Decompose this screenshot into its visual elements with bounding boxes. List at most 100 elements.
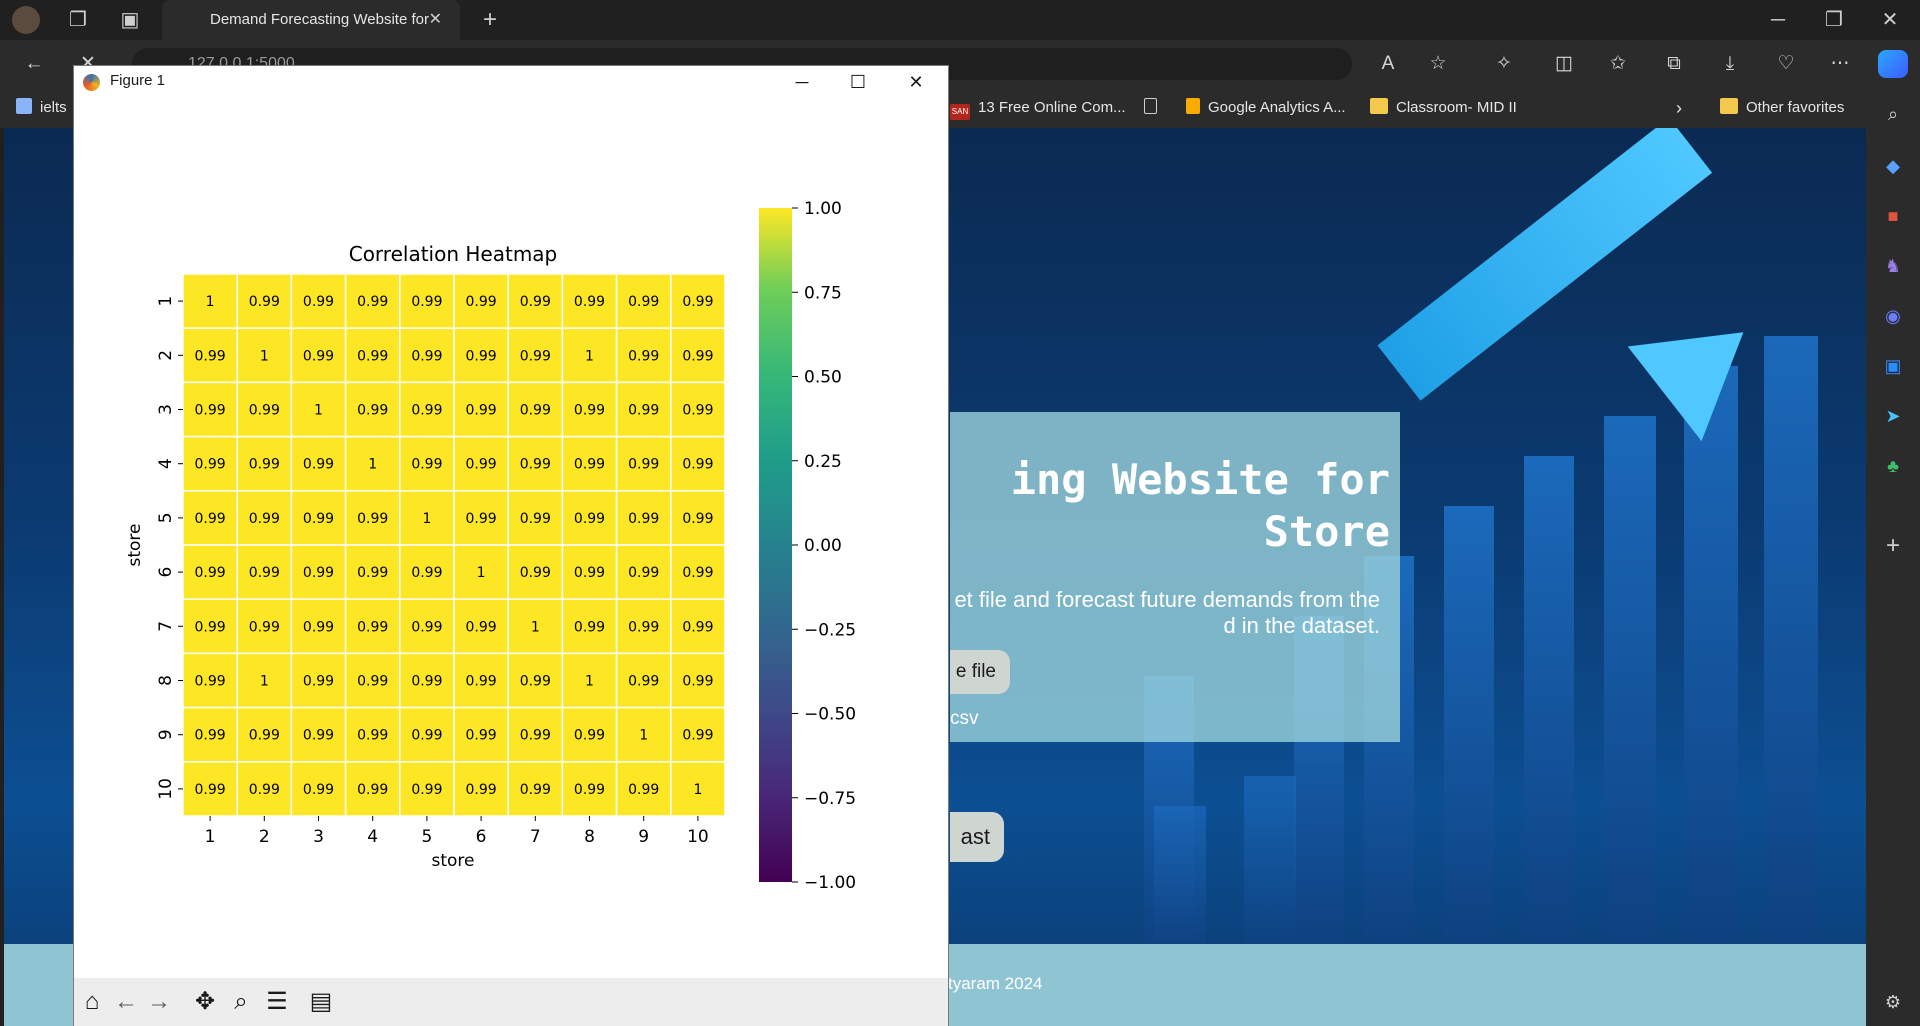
heatmap-cell-label: 0.99 <box>303 674 334 690</box>
zoom-icon[interactable]: ⌕ <box>224 986 258 1018</box>
favorite-item[interactable] <box>1144 88 1165 128</box>
heatmap-cell-label: 1 <box>693 782 702 798</box>
heatmap-cell-label: 0.99 <box>682 403 713 419</box>
colorbar-tick-label: −0.25 <box>804 620 856 640</box>
x-tick-label: 6 <box>476 827 487 847</box>
footer-text: tyaram 2024 <box>948 974 1043 993</box>
sidebar-tree-icon[interactable]: ♣ <box>1875 450 1911 482</box>
sidebar-copilot-icon[interactable]: ◉ <box>1875 300 1911 332</box>
heatmap-cell-label: 0.99 <box>249 294 280 310</box>
x-axis-label: store <box>432 851 475 871</box>
favorites-overflow-icon[interactable]: › <box>1676 88 1682 128</box>
sidebar-send-icon[interactable]: ➤ <box>1875 400 1911 432</box>
heatmap-cell-label: 0.99 <box>303 782 334 798</box>
heatmap-cell-label: 0.99 <box>303 294 334 310</box>
pan-icon[interactable]: ✥ <box>188 986 222 1018</box>
favorite-item[interactable]: Google Analytics A... <box>1186 88 1346 128</box>
heatmap-cell-label: 0.99 <box>195 403 226 419</box>
favorite-item[interactable]: ielts <box>16 88 67 128</box>
choose-file-button[interactable]: e file <box>950 650 1010 694</box>
sidebar-settings-icon[interactable]: ⚙ <box>1875 986 1911 1018</box>
configure-icon[interactable]: ☰ <box>260 986 294 1018</box>
favorite-item[interactable]: Classroom- MID II <box>1370 88 1517 128</box>
back-icon[interactable]: ← <box>109 986 143 1018</box>
folder-icon <box>1720 98 1738 114</box>
x-tick-label: 4 <box>367 827 378 847</box>
collections-icon[interactable]: ⧉ <box>1658 48 1690 80</box>
read-aloud-icon[interactable]: A <box>1372 48 1404 80</box>
document-icon <box>1144 98 1157 114</box>
sidebar-tools-icon[interactable]: ■ <box>1875 200 1911 232</box>
favorites-icon[interactable]: ✩ <box>1602 48 1634 80</box>
heatmap-cell-label: 0.99 <box>574 728 605 744</box>
heatmap-cell-label: 0.99 <box>195 728 226 744</box>
heatmap-cell-label: 0.99 <box>682 728 713 744</box>
tab-title: Demand Forecasting Website for <box>210 11 429 28</box>
workspaces-icon[interactable]: ❐ <box>62 0 94 40</box>
background-bar <box>1764 336 1818 956</box>
heatmap-cell-label: 0.99 <box>303 619 334 635</box>
heatmap-cell-label: 1 <box>639 728 648 744</box>
heatmap-cell-label: 0.99 <box>411 728 442 744</box>
performance-icon[interactable]: ♡ <box>1770 48 1802 80</box>
restore-browser-icon[interactable]: ❐ <box>1818 0 1850 40</box>
home-icon[interactable]: ⌂ <box>75 986 109 1018</box>
save-icon[interactable]: ▤ <box>304 986 338 1018</box>
heatmap-cell-label: 0.99 <box>249 511 280 527</box>
heatmap-cell-label: 0.99 <box>357 728 388 744</box>
heatmap-cell-label: 0.99 <box>357 348 388 364</box>
forward-icon[interactable]: → <box>142 986 176 1018</box>
other-favorites[interactable]: Other favorites <box>1720 88 1844 128</box>
y-axis-label: store <box>125 524 145 567</box>
profile-avatar[interactable] <box>12 6 40 34</box>
favorite-item[interactable]: SAN 13 Free Online Com... <box>950 88 1126 128</box>
close-browser-icon[interactable]: ✕ <box>1874 0 1906 40</box>
minimize-browser-icon[interactable]: ─ <box>1762 0 1794 40</box>
favorite-star-icon[interactable]: ☆ <box>1422 48 1454 80</box>
heatmap-cell-label: 0.99 <box>466 348 497 364</box>
extensions-icon[interactable]: ✧ <box>1488 48 1520 80</box>
heatmap-cell-label: 0.99 <box>466 511 497 527</box>
matplotlib-logo-icon <box>83 74 100 91</box>
y-tick-label: 9 <box>156 729 176 740</box>
sidebar-games-icon[interactable]: ♞ <box>1875 250 1911 282</box>
heatmap-cell-label: 0.99 <box>466 619 497 635</box>
split-screen-icon[interactable]: ◫ <box>1548 48 1580 80</box>
heatmap-cell-label: 0.99 <box>466 782 497 798</box>
figure-minimize-button[interactable]: ─ <box>774 66 830 98</box>
heatmap-cell-label: 0.99 <box>357 294 388 310</box>
downloads-icon[interactable]: ⤓ <box>1714 48 1746 80</box>
sidebar-outlook-icon[interactable]: ▣ <box>1875 350 1911 382</box>
heatmap-cell-label: 0.99 <box>574 619 605 635</box>
y-tick-label: 4 <box>156 458 176 469</box>
vertical-tabs-icon[interactable]: ▣ <box>114 0 146 40</box>
forecast-button[interactable]: ast <box>950 812 1004 862</box>
sidebar-shopping-icon[interactable]: ◆ <box>1875 150 1911 182</box>
figure-close-button[interactable]: ✕ <box>888 66 944 98</box>
copilot-icon[interactable] <box>1878 50 1908 78</box>
sidebar-search-icon[interactable]: ⌕ <box>1875 98 1911 130</box>
tab-active[interactable]: Demand Forecasting Website for ✕ <box>162 0 460 40</box>
colorbar-tick-label: 0.00 <box>804 536 842 556</box>
heatmap-cell-label: 0.99 <box>195 619 226 635</box>
back-nav-icon[interactable]: ← <box>18 48 50 80</box>
heatmap-cell-label: 0.99 <box>574 403 605 419</box>
x-tick-label: 9 <box>638 827 649 847</box>
more-menu-icon[interactable]: ⋯ <box>1824 48 1856 80</box>
site-description: et file and forecast future demands from… <box>954 587 1380 638</box>
heatmap-cell-label: 0.99 <box>628 348 659 364</box>
heatmap-cell-label: 0.99 <box>574 511 605 527</box>
y-tick-label: 5 <box>156 512 176 523</box>
heatmap-cell-label: 0.99 <box>520 674 551 690</box>
new-tab-icon[interactable]: + <box>474 0 506 40</box>
tab-close-icon[interactable]: ✕ <box>429 0 442 40</box>
background-bar <box>1524 456 1574 956</box>
colorbar-tick-label: −1.00 <box>804 873 856 893</box>
heatmap-cell-label: 0.99 <box>466 403 497 419</box>
colorbar-tick-label: 0.25 <box>804 452 842 472</box>
heatmap-cell-label: 0.99 <box>411 565 442 581</box>
san-badge-icon: SAN <box>950 104 970 120</box>
figure-maximize-button[interactable]: ☐ <box>830 66 886 98</box>
heatmap-cell-label: 0.99 <box>682 457 713 473</box>
sidebar-add-icon[interactable]: + <box>1875 530 1911 562</box>
